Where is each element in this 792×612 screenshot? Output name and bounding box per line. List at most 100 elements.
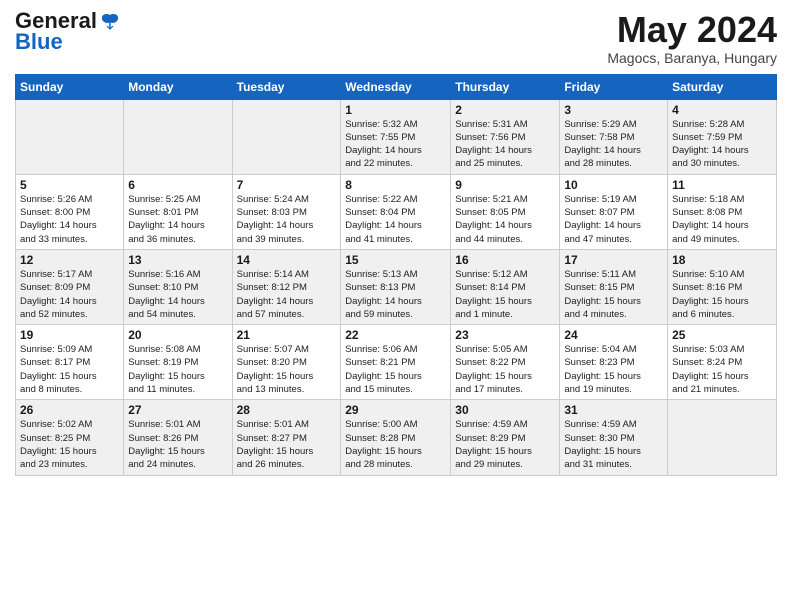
calendar-week-1: 1Sunrise: 5:32 AM Sunset: 7:55 PM Daylig… (16, 99, 777, 174)
calendar-cell (668, 400, 777, 475)
calendar-cell: 2Sunrise: 5:31 AM Sunset: 7:56 PM Daylig… (451, 99, 560, 174)
day-info: Sunrise: 5:06 AM Sunset: 8:21 PM Dayligh… (345, 343, 446, 396)
calendar-cell: 6Sunrise: 5:25 AM Sunset: 8:01 PM Daylig… (124, 174, 232, 249)
day-info: Sunrise: 5:21 AM Sunset: 8:05 PM Dayligh… (455, 193, 555, 246)
day-info: Sunrise: 5:29 AM Sunset: 7:58 PM Dayligh… (564, 118, 663, 171)
day-number: 27 (128, 403, 227, 417)
day-info: Sunrise: 5:10 AM Sunset: 8:16 PM Dayligh… (672, 268, 772, 321)
day-info: Sunrise: 5:18 AM Sunset: 8:08 PM Dayligh… (672, 193, 772, 246)
page: General Blue May 2024 Magocs, Baranya, H… (0, 0, 792, 491)
day-info: Sunrise: 5:22 AM Sunset: 8:04 PM Dayligh… (345, 193, 446, 246)
calendar-cell: 10Sunrise: 5:19 AM Sunset: 8:07 PM Dayli… (560, 174, 668, 249)
month-title: May 2024 (607, 10, 777, 50)
day-number: 26 (20, 403, 119, 417)
day-info: Sunrise: 5:01 AM Sunset: 8:27 PM Dayligh… (237, 418, 337, 471)
calendar-cell: 30Sunrise: 4:59 AM Sunset: 8:29 PM Dayli… (451, 400, 560, 475)
day-info: Sunrise: 5:24 AM Sunset: 8:03 PM Dayligh… (237, 193, 337, 246)
day-info: Sunrise: 4:59 AM Sunset: 8:30 PM Dayligh… (564, 418, 663, 471)
day-number: 16 (455, 253, 555, 267)
day-number: 19 (20, 328, 119, 342)
day-number: 15 (345, 253, 446, 267)
day-number: 18 (672, 253, 772, 267)
calendar-header-saturday: Saturday (668, 74, 777, 99)
calendar-cell: 24Sunrise: 5:04 AM Sunset: 8:23 PM Dayli… (560, 325, 668, 400)
day-number: 25 (672, 328, 772, 342)
day-info: Sunrise: 5:12 AM Sunset: 8:14 PM Dayligh… (455, 268, 555, 321)
day-number: 14 (237, 253, 337, 267)
calendar-cell: 16Sunrise: 5:12 AM Sunset: 8:14 PM Dayli… (451, 249, 560, 324)
calendar-cell: 13Sunrise: 5:16 AM Sunset: 8:10 PM Dayli… (124, 249, 232, 324)
calendar-week-2: 5Sunrise: 5:26 AM Sunset: 8:00 PM Daylig… (16, 174, 777, 249)
calendar-header-wednesday: Wednesday (341, 74, 451, 99)
day-number: 1 (345, 103, 446, 117)
calendar: SundayMondayTuesdayWednesdayThursdayFrid… (15, 74, 777, 476)
calendar-cell: 27Sunrise: 5:01 AM Sunset: 8:26 PM Dayli… (124, 400, 232, 475)
day-info: Sunrise: 5:09 AM Sunset: 8:17 PM Dayligh… (20, 343, 119, 396)
calendar-cell: 31Sunrise: 4:59 AM Sunset: 8:30 PM Dayli… (560, 400, 668, 475)
day-info: Sunrise: 5:13 AM Sunset: 8:13 PM Dayligh… (345, 268, 446, 321)
calendar-cell: 4Sunrise: 5:28 AM Sunset: 7:59 PM Daylig… (668, 99, 777, 174)
day-number: 20 (128, 328, 227, 342)
calendar-cell: 12Sunrise: 5:17 AM Sunset: 8:09 PM Dayli… (16, 249, 124, 324)
calendar-week-4: 19Sunrise: 5:09 AM Sunset: 8:17 PM Dayli… (16, 325, 777, 400)
day-number: 31 (564, 403, 663, 417)
day-info: Sunrise: 5:05 AM Sunset: 8:22 PM Dayligh… (455, 343, 555, 396)
day-number: 11 (672, 178, 772, 192)
logo: General Blue (15, 10, 97, 53)
calendar-cell (124, 99, 232, 174)
calendar-cell: 23Sunrise: 5:05 AM Sunset: 8:22 PM Dayli… (451, 325, 560, 400)
day-info: Sunrise: 5:11 AM Sunset: 8:15 PM Dayligh… (564, 268, 663, 321)
calendar-cell (232, 99, 341, 174)
day-number: 29 (345, 403, 446, 417)
day-info: Sunrise: 5:26 AM Sunset: 8:00 PM Dayligh… (20, 193, 119, 246)
calendar-cell: 9Sunrise: 5:21 AM Sunset: 8:05 PM Daylig… (451, 174, 560, 249)
calendar-cell: 8Sunrise: 5:22 AM Sunset: 8:04 PM Daylig… (341, 174, 451, 249)
day-info: Sunrise: 5:00 AM Sunset: 8:28 PM Dayligh… (345, 418, 446, 471)
day-number: 4 (672, 103, 772, 117)
day-number: 28 (237, 403, 337, 417)
day-info: Sunrise: 5:32 AM Sunset: 7:55 PM Dayligh… (345, 118, 446, 171)
calendar-header-row: SundayMondayTuesdayWednesdayThursdayFrid… (16, 74, 777, 99)
day-info: Sunrise: 5:19 AM Sunset: 8:07 PM Dayligh… (564, 193, 663, 246)
day-number: 24 (564, 328, 663, 342)
calendar-cell: 28Sunrise: 5:01 AM Sunset: 8:27 PM Dayli… (232, 400, 341, 475)
calendar-cell: 17Sunrise: 5:11 AM Sunset: 8:15 PM Dayli… (560, 249, 668, 324)
day-number: 3 (564, 103, 663, 117)
day-number: 8 (345, 178, 446, 192)
calendar-cell: 11Sunrise: 5:18 AM Sunset: 8:08 PM Dayli… (668, 174, 777, 249)
calendar-cell: 3Sunrise: 5:29 AM Sunset: 7:58 PM Daylig… (560, 99, 668, 174)
day-info: Sunrise: 5:25 AM Sunset: 8:01 PM Dayligh… (128, 193, 227, 246)
day-info: Sunrise: 5:14 AM Sunset: 8:12 PM Dayligh… (237, 268, 337, 321)
calendar-cell: 22Sunrise: 5:06 AM Sunset: 8:21 PM Dayli… (341, 325, 451, 400)
calendar-cell: 25Sunrise: 5:03 AM Sunset: 8:24 PM Dayli… (668, 325, 777, 400)
day-number: 10 (564, 178, 663, 192)
calendar-header-monday: Monday (124, 74, 232, 99)
calendar-cell (16, 99, 124, 174)
day-number: 6 (128, 178, 227, 192)
calendar-cell: 26Sunrise: 5:02 AM Sunset: 8:25 PM Dayli… (16, 400, 124, 475)
day-number: 13 (128, 253, 227, 267)
calendar-cell: 14Sunrise: 5:14 AM Sunset: 8:12 PM Dayli… (232, 249, 341, 324)
day-info: Sunrise: 5:07 AM Sunset: 8:20 PM Dayligh… (237, 343, 337, 396)
logo-bird-icon (99, 11, 121, 33)
calendar-week-3: 12Sunrise: 5:17 AM Sunset: 8:09 PM Dayli… (16, 249, 777, 324)
day-info: Sunrise: 5:31 AM Sunset: 7:56 PM Dayligh… (455, 118, 555, 171)
day-number: 23 (455, 328, 555, 342)
calendar-header-friday: Friday (560, 74, 668, 99)
calendar-header-thursday: Thursday (451, 74, 560, 99)
calendar-cell: 15Sunrise: 5:13 AM Sunset: 8:13 PM Dayli… (341, 249, 451, 324)
day-number: 9 (455, 178, 555, 192)
calendar-cell: 5Sunrise: 5:26 AM Sunset: 8:00 PM Daylig… (16, 174, 124, 249)
day-number: 7 (237, 178, 337, 192)
day-info: Sunrise: 5:02 AM Sunset: 8:25 PM Dayligh… (20, 418, 119, 471)
day-number: 30 (455, 403, 555, 417)
calendar-cell: 19Sunrise: 5:09 AM Sunset: 8:17 PM Dayli… (16, 325, 124, 400)
calendar-header-sunday: Sunday (16, 74, 124, 99)
day-info: Sunrise: 5:08 AM Sunset: 8:19 PM Dayligh… (128, 343, 227, 396)
calendar-week-5: 26Sunrise: 5:02 AM Sunset: 8:25 PM Dayli… (16, 400, 777, 475)
day-number: 12 (20, 253, 119, 267)
day-number: 2 (455, 103, 555, 117)
location: Magocs, Baranya, Hungary (607, 50, 777, 66)
calendar-cell: 29Sunrise: 5:00 AM Sunset: 8:28 PM Dayli… (341, 400, 451, 475)
calendar-cell: 21Sunrise: 5:07 AM Sunset: 8:20 PM Dayli… (232, 325, 341, 400)
